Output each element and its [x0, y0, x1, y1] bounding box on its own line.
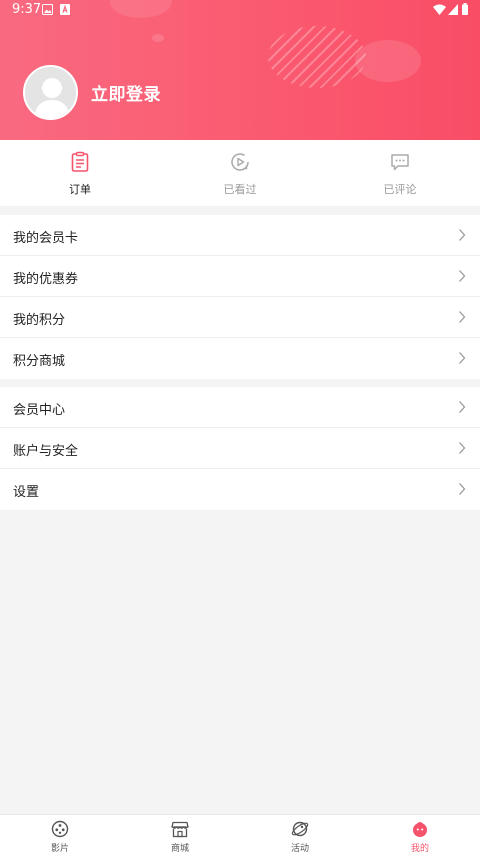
chevron-right-icon	[459, 270, 466, 282]
signal-icon	[448, 4, 458, 15]
menu-item-label: 我的优惠券	[13, 272, 79, 287]
nav-label: 我的	[410, 844, 429, 853]
activity-tabs: 订单 已看过 已评论	[0, 140, 480, 206]
status-bar: 9:37	[0, 0, 480, 20]
menu-item-settings[interactable]: 设置	[0, 469, 480, 510]
nav-activities[interactable]: 活动	[240, 815, 360, 853]
menu-item-label: 会员中心	[13, 403, 66, 418]
menu-item-label: 设置	[13, 485, 40, 500]
play-history-icon	[231, 153, 249, 171]
profile-header: 9:37 立即登录	[0, 0, 480, 140]
bottom-navigation: 影片 商城 活动 我的	[0, 814, 480, 853]
avatar[interactable]	[23, 65, 78, 120]
planet-icon	[291, 821, 309, 837]
menu-item-member-center[interactable]: 会员中心	[0, 387, 480, 428]
image-notification-icon	[42, 4, 53, 15]
tab-label: 已看过	[223, 183, 257, 196]
nav-label: 活动	[290, 844, 309, 853]
header-decoration	[355, 40, 421, 82]
chevron-right-icon	[459, 311, 466, 323]
menu-item-coupons[interactable]: 我的优惠券	[0, 256, 480, 297]
menu-item-label: 我的会员卡	[13, 231, 79, 246]
menu-item-label: 我的积分	[13, 313, 66, 328]
tab-watched[interactable]: 已看过	[160, 140, 320, 206]
wifi-icon	[433, 4, 446, 15]
menu-item-account-security[interactable]: 账户与安全	[0, 428, 480, 469]
chevron-right-icon	[459, 352, 466, 364]
comment-icon	[391, 154, 409, 171]
login-link[interactable]: 立即登录	[91, 80, 161, 105]
status-time: 9:37	[12, 2, 42, 17]
tab-label: 订单	[69, 183, 91, 196]
tab-commented[interactable]: 已评论	[320, 140, 480, 206]
nav-films[interactable]: 影片	[0, 815, 120, 853]
tab-orders[interactable]: 订单	[0, 140, 160, 206]
header-decoration	[152, 34, 164, 42]
nav-mine[interactable]: 我的	[360, 815, 480, 853]
menu-item-points-mall[interactable]: 积分商城	[0, 338, 480, 379]
store-icon	[171, 821, 189, 838]
battery-icon	[462, 3, 468, 15]
mascot-icon	[413, 822, 427, 837]
chevron-right-icon	[459, 401, 466, 413]
chevron-right-icon	[459, 442, 466, 454]
menu-group-account: 我的会员卡 我的优惠券 我的积分 积分商城	[0, 215, 480, 379]
menu-item-points[interactable]: 我的积分	[0, 297, 480, 338]
menu-item-label: 账户与安全	[13, 444, 79, 459]
app-notification-icon	[60, 4, 70, 15]
chevron-right-icon	[459, 229, 466, 241]
nav-store[interactable]: 商城	[120, 815, 240, 853]
film-reel-icon	[51, 820, 69, 838]
menu-group-settings: 会员中心 账户与安全 设置	[0, 387, 480, 510]
nav-label: 商城	[170, 844, 189, 853]
tab-label: 已评论	[383, 183, 417, 196]
default-avatar-icon	[25, 67, 76, 118]
menu-item-membership-card[interactable]: 我的会员卡	[0, 215, 480, 256]
order-icon	[71, 151, 89, 172]
menu-item-label: 积分商城	[13, 354, 66, 369]
header-decoration	[268, 26, 366, 88]
nav-label: 影片	[50, 844, 69, 853]
chevron-right-icon	[459, 483, 466, 495]
